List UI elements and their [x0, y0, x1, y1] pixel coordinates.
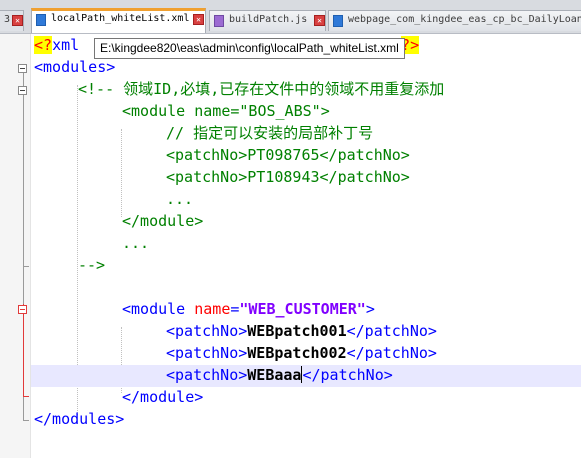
code-editor[interactable]: <?xml ?> <modules> <!-- 领域ID,必填,已存在文件中的领域…	[0, 34, 581, 458]
code-line-4: <module name="BOS_ABS">	[122, 102, 330, 120]
tab-buildpatch[interactable]: buildPatch.js ✕	[209, 10, 326, 31]
fold-line	[23, 95, 24, 266]
tab-label: localPath_whiteList.xml	[51, 13, 190, 24]
code-line-17: </module>	[122, 388, 204, 406]
tab-localpath-whitelist[interactable]: localPath_whiteList.xml ✕	[31, 8, 206, 33]
file-icon	[36, 14, 46, 26]
fold-toggle-icon[interactable]	[18, 305, 27, 314]
file-path-tooltip: E:\kingdee820\eas\admin\config\localPath…	[94, 38, 405, 59]
code-line-18: </modules>	[34, 410, 125, 428]
close-icon[interactable]: ✕	[314, 15, 325, 26]
tab-webpage[interactable]: webpage_com_kingdee_eas_cp_bc_DailyLoan	[328, 10, 581, 31]
tab-partial-left[interactable]: 3 ✕	[0, 10, 24, 31]
tab-label: webpage_com_kingdee_eas_cp_bc_DailyLoan	[348, 14, 581, 25]
code-line-14: <patchNo>WEBpatch001</patchNo>	[166, 322, 437, 340]
close-icon[interactable]: ✕	[12, 15, 23, 26]
fold-toggle-icon[interactable]	[18, 86, 27, 95]
code-line-13: <module name="WEB_CUSTOMER">	[122, 300, 375, 318]
fold-end	[23, 420, 29, 421]
code-line-3: <!-- 领域ID,必填,已存在文件中的领域不用重复添加	[78, 80, 445, 98]
code-line-9: </module>	[122, 212, 204, 230]
fold-end-active	[23, 396, 29, 397]
code-line-7: <patchNo>PT108943</patchNo>	[166, 168, 410, 186]
code-line-5: // 指定可以安装的局部补丁号	[166, 124, 374, 142]
tab-bar: 3 ✕ localPath_whiteList.xml ✕ buildPatch…	[0, 0, 581, 34]
fold-margin	[0, 34, 31, 458]
tab-partial-label: 3	[4, 14, 11, 25]
code-line-11: -->	[78, 256, 106, 274]
tab-label: buildPatch.js	[229, 14, 308, 25]
fold-toggle-icon[interactable]	[18, 64, 27, 73]
code-line-6: <patchNo>PT098765</patchNo>	[166, 146, 410, 164]
code-line-10: ...	[122, 234, 150, 252]
file-icon	[333, 15, 343, 27]
code-line-16: <patchNo>WEBaaa</patchNo>	[166, 366, 393, 384]
file-icon	[214, 15, 224, 27]
code-line-2: <modules>	[34, 58, 116, 76]
fold-end	[23, 266, 29, 267]
code-line-8: ...	[166, 190, 194, 208]
fold-line-active	[23, 304, 24, 396]
code-line-15: <patchNo>WEBpatch002</patchNo>	[166, 344, 437, 362]
close-icon[interactable]: ✕	[193, 14, 204, 25]
